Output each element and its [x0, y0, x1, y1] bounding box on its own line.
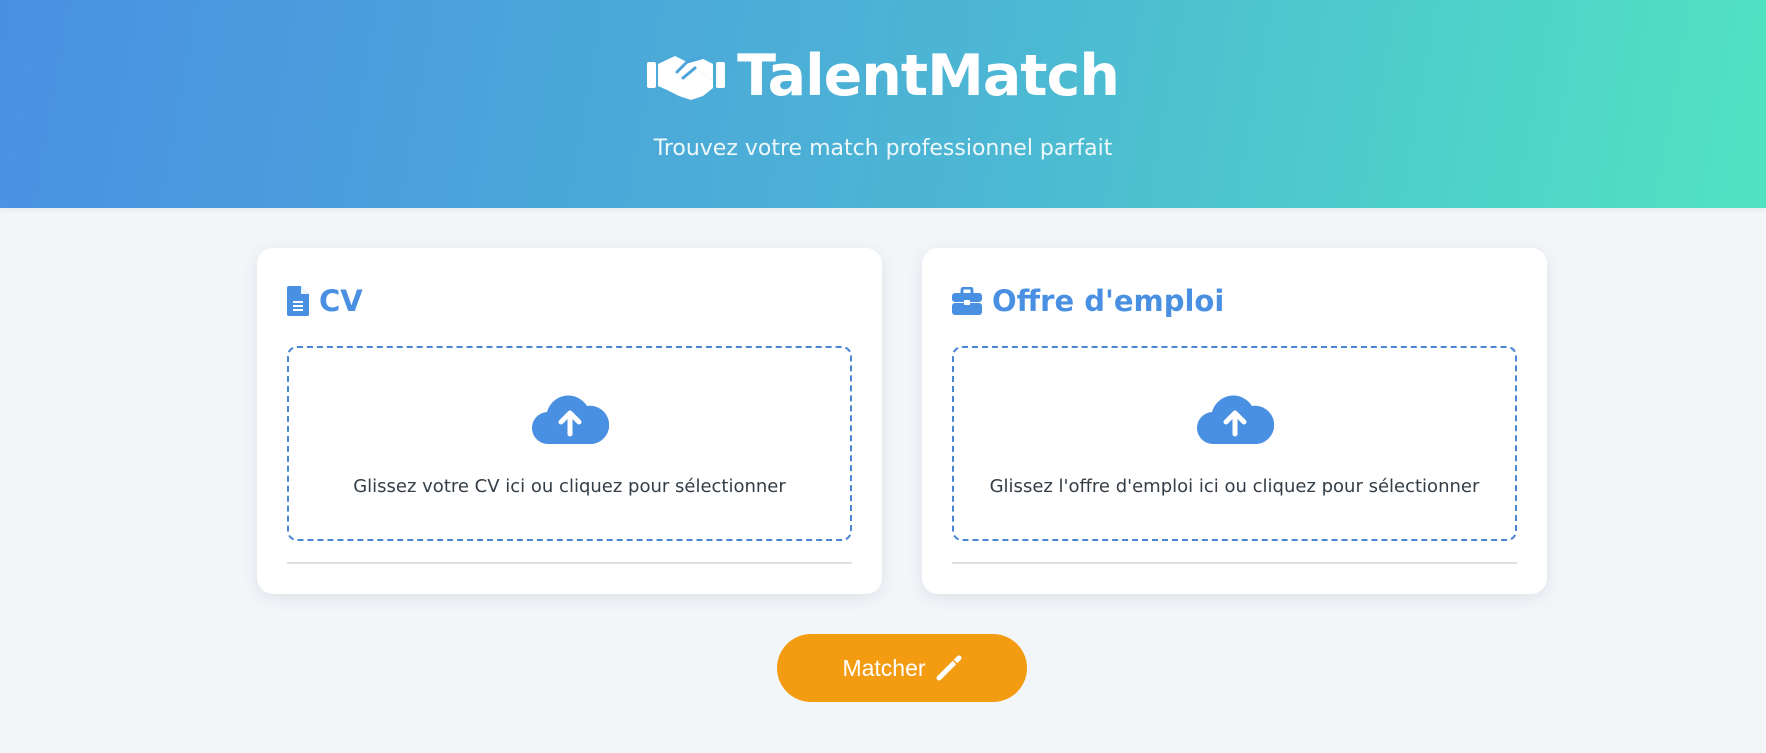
cloud-upload-icon	[531, 395, 609, 444]
cloud-upload-icon	[1196, 395, 1274, 444]
app-header: TalentMatch Trouvez votre match professi…	[0, 0, 1766, 208]
cv-card: CV Glissez votre CV ici ou cliquez pour …	[257, 248, 882, 594]
file-icon	[287, 286, 309, 316]
briefcase-icon	[952, 287, 982, 315]
match-button-label: Matcher	[842, 654, 926, 681]
handshake-icon	[647, 56, 726, 100]
cv-dropzone-text: Glissez votre CV ici ou cliquez pour sél…	[353, 476, 786, 497]
app-subtitle: Trouvez votre match professionnel parfai…	[653, 136, 1113, 161]
cv-dropzone[interactable]: Glissez votre CV ici ou cliquez pour sél…	[287, 346, 852, 541]
cv-card-title: CV	[287, 284, 363, 318]
job-title-label: Offre d'emploi	[992, 284, 1225, 318]
cv-divider	[287, 562, 852, 564]
job-dropzone[interactable]: Glissez l'offre d'emploi ici ou cliquez …	[952, 346, 1517, 541]
job-card: Offre d'emploi Glissez l'offre d'emploi …	[922, 248, 1547, 594]
brand: TalentMatch	[0, 40, 1766, 112]
job-card-title: Offre d'emploi	[952, 284, 1224, 318]
magic-wand-icon	[936, 655, 962, 681]
cv-title-label: CV	[319, 284, 363, 318]
app-title: TalentMatch	[737, 43, 1120, 109]
match-button[interactable]: Matcher	[777, 634, 1027, 702]
job-dropzone-text: Glissez l'offre d'emploi ici ou cliquez …	[989, 476, 1480, 497]
job-divider	[952, 562, 1517, 564]
